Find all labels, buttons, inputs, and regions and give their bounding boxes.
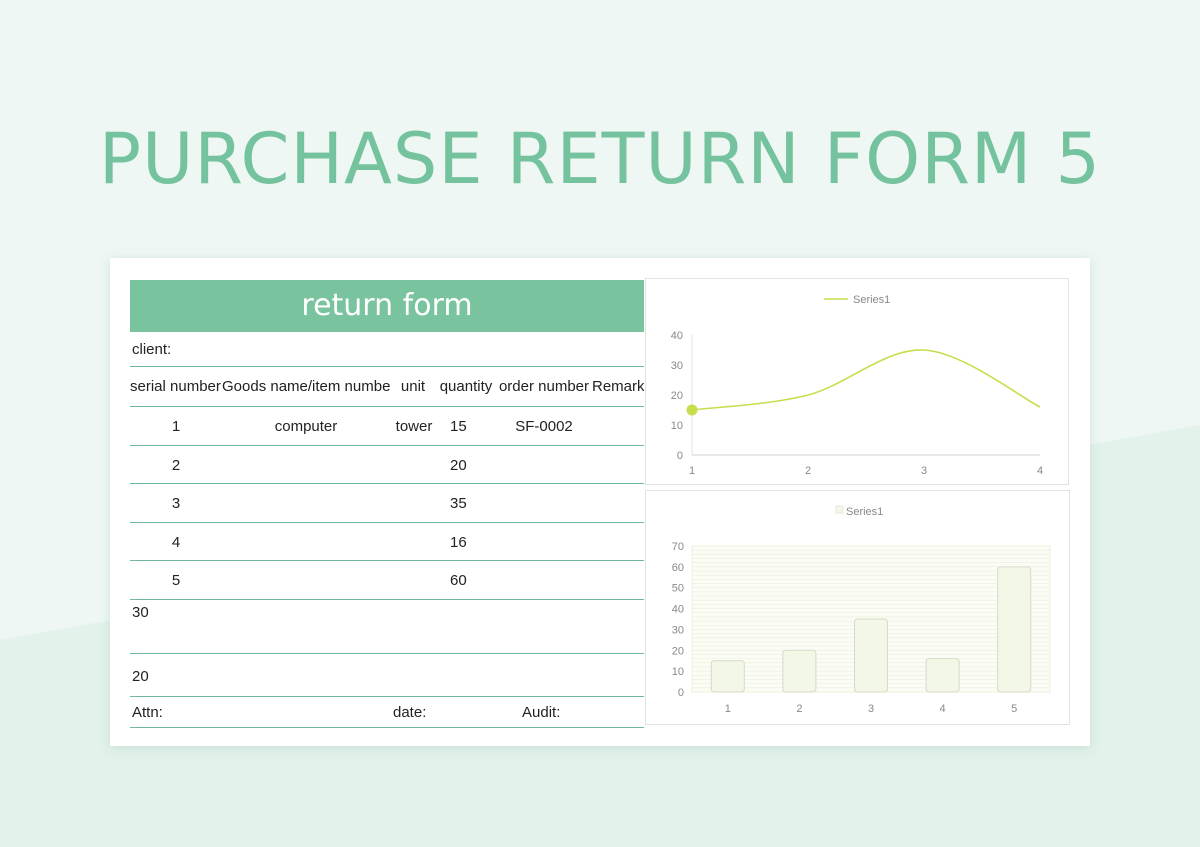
attn-label: Attn: — [132, 703, 163, 721]
table-row: 2 20 — [130, 446, 644, 484]
quantity-cell: 35 — [450, 495, 467, 512]
note-row: 30 — [130, 600, 644, 654]
note-value: 20 — [132, 667, 149, 685]
y-tick-label: 40 — [671, 330, 683, 342]
column-header-goods: Goods name/item number — [222, 378, 390, 395]
column-header-remark: Remark — [592, 378, 644, 395]
order-cell: SF-0002 — [515, 418, 573, 435]
line-chart-panel: Series1 0 10 20 30 40 1 2 3 4 — [645, 278, 1069, 485]
bar — [782, 649, 817, 693]
unit-cell: tower — [395, 418, 433, 435]
x-tick-label: 5 — [1011, 703, 1017, 715]
y-tick-label: 60 — [672, 562, 684, 574]
legend-bar-swatch — [835, 505, 844, 514]
data-point-marker — [686, 404, 698, 416]
signature-row: Attn: date: Audit: — [130, 697, 644, 728]
column-header-order: order number — [498, 378, 590, 395]
note-row: 20 — [130, 654, 644, 697]
note-value: 30 — [132, 603, 149, 621]
bar — [925, 658, 960, 693]
x-tick-label: 1 — [725, 703, 731, 715]
column-header-row: serial number Goods name/item number uni… — [130, 367, 644, 407]
y-tick-label: 10 — [672, 666, 684, 678]
audit-label: Audit: — [522, 703, 561, 721]
date-label: date: — [393, 703, 427, 721]
bar-chart-panel: Series1 0 10 20 30 40 50 60 70 1 2 3 4 5 — [645, 490, 1070, 725]
quantity-cell: 15 — [450, 418, 467, 435]
table-row: 3 35 — [130, 484, 644, 523]
column-header-quantity: quantity — [439, 378, 493, 395]
table-row: 4 16 — [130, 523, 644, 561]
page-title: PURCHASE RETURN FORM 5 — [98, 118, 1102, 200]
y-tick-label: 30 — [672, 624, 684, 636]
serial-cell: 1 — [171, 418, 181, 435]
table-row: 1 computer tower 15 SF-0002 — [130, 407, 644, 446]
goods-cell: computer — [274, 418, 338, 435]
x-tick-label: 4 — [1037, 465, 1043, 477]
line-chart: Series1 0 10 20 30 40 1 2 3 4 — [671, 294, 1043, 477]
y-tick-label: 10 — [671, 420, 683, 432]
form-header: return form — [130, 280, 644, 332]
form-sheet: return form client: serial number Goods … — [110, 258, 1090, 746]
serial-cell: 5 — [171, 572, 181, 589]
y-tick-label: 0 — [678, 687, 684, 699]
y-tick-label: 50 — [672, 583, 684, 595]
x-tick-label: 3 — [868, 703, 874, 715]
bar — [854, 618, 888, 693]
y-tick-label: 30 — [671, 360, 683, 372]
serial-cell: 3 — [171, 495, 181, 512]
x-tick-label: 3 — [921, 465, 927, 477]
bar — [710, 660, 745, 693]
y-tick-label: 70 — [672, 541, 684, 553]
series-line — [691, 349, 1041, 411]
client-row: client: — [130, 332, 644, 367]
column-header-serial: serial number — [130, 378, 221, 395]
bar — [997, 566, 1032, 693]
x-tick-label: 2 — [805, 465, 811, 477]
client-label: client: — [132, 341, 172, 358]
serial-cell: 4 — [171, 533, 181, 551]
x-tick-label: 1 — [689, 465, 695, 477]
y-tick-label: 40 — [672, 604, 684, 616]
y-tick-label: 20 — [671, 390, 683, 402]
bar-chart: Series1 0 10 20 30 40 50 60 70 1 2 3 4 5 — [672, 505, 1051, 715]
x-tick-label: 2 — [796, 703, 802, 715]
quantity-cell: 60 — [450, 572, 467, 589]
legend-label: Series1 — [853, 294, 890, 306]
serial-cell: 2 — [171, 456, 181, 474]
quantity-cell: 20 — [450, 456, 467, 474]
table-row: 5 60 — [130, 561, 644, 600]
y-tick-label: 0 — [677, 450, 683, 462]
column-header-unit: unit — [400, 378, 426, 395]
quantity-cell: 16 — [450, 533, 467, 551]
return-form: return form client: serial number Goods … — [130, 280, 644, 728]
x-tick-label: 4 — [940, 703, 946, 715]
y-tick-label: 20 — [672, 645, 684, 657]
legend-label: Series1 — [846, 506, 883, 518]
